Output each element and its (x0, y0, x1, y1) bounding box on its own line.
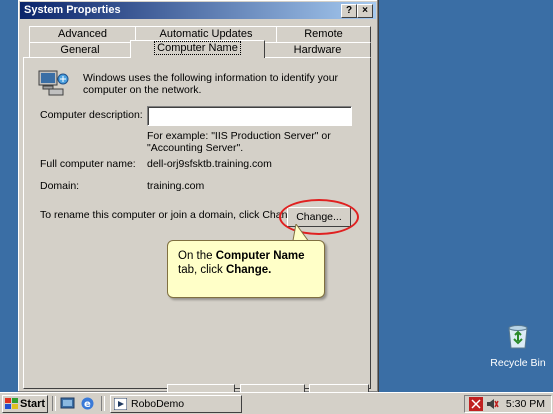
tab-hardware-label: Hardware (293, 44, 342, 56)
system-tray: 5:30 PM (464, 395, 552, 413)
start-button[interactable]: Start (2, 395, 48, 413)
recycle-bin[interactable]: Recycle Bin (490, 322, 546, 369)
computer-description-input[interactable] (147, 106, 352, 126)
full-name-value: dell-orj9sfsktb.training.com (147, 158, 272, 170)
tab-remote[interactable]: Remote (276, 26, 371, 42)
instruction-callout: On the Computer Name tab, click Change. (167, 240, 325, 298)
tab-advanced-label: Advanced (58, 28, 107, 40)
rename-text: To rename this computer or join a domain… (40, 209, 303, 221)
domain-label: Domain: (40, 180, 80, 192)
taskbar-item-label: RoboDemo (131, 398, 185, 410)
callout-middle: tab, click (178, 264, 226, 276)
taskbar-separator (52, 396, 56, 411)
intro-text: Windows uses the following information t… (83, 72, 339, 96)
tab-advanced[interactable]: Advanced (29, 26, 136, 42)
help-button[interactable]: ? (341, 4, 357, 18)
close-button[interactable]: × (357, 4, 373, 18)
callout-prefix: On the (178, 250, 216, 262)
internet-explorer-icon[interactable]: e (80, 396, 95, 411)
clock: 5:30 PM (505, 398, 545, 410)
computer-network-icon (38, 70, 69, 96)
speaker-icon[interactable] (485, 397, 499, 411)
robodemo-icon (114, 398, 127, 410)
window-title: System Properties (24, 4, 121, 16)
tab-general[interactable]: General (29, 42, 131, 58)
tab-automatic-updates-label: Automatic Updates (159, 28, 253, 40)
svg-text:e: e (84, 399, 91, 410)
tray-app-icon[interactable] (469, 397, 483, 411)
description-label: Computer description: (40, 109, 143, 121)
recycle-bin-icon (508, 325, 528, 349)
taskbar-item-robodemo[interactable]: RoboDemo (110, 395, 242, 413)
tab-hardware[interactable]: Hardware (264, 42, 371, 58)
windows-logo-icon (5, 398, 18, 409)
callout-bold-action: Change. (225, 264, 272, 276)
tab-general-label: General (60, 44, 100, 56)
taskbar-separator (101, 396, 105, 411)
example-text: For example: "IIS Production Server" or … (147, 130, 331, 154)
tab-computer-name-label: Computer Name (154, 41, 241, 55)
tab-remote-label: Remote (304, 28, 343, 40)
tab-computer-name[interactable]: Computer Name (130, 40, 265, 58)
taskbar: Start e RoboDemo 5:30 PM (0, 392, 553, 414)
start-label: Start (20, 398, 46, 410)
domain-value: training.com (147, 180, 205, 192)
recycle-bin-label: Recycle Bin (490, 357, 546, 369)
title-bar[interactable]: System Properties ? × (20, 2, 376, 19)
callout-bold-tab: Computer Name (215, 250, 305, 262)
full-name-label: Full computer name: (40, 158, 136, 170)
show-desktop-icon[interactable] (60, 396, 75, 411)
